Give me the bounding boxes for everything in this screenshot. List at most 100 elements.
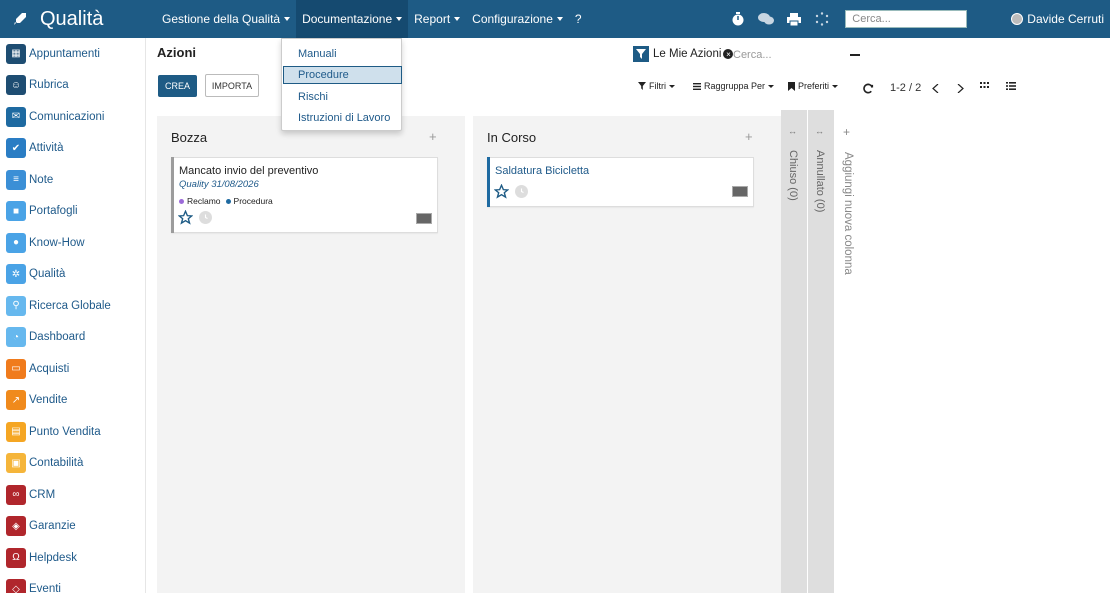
kanban-card[interactable]: Saldatura Bicicletta bbox=[487, 157, 754, 207]
sidebar-item-label: Punto Vendita bbox=[29, 425, 101, 438]
sidebar-item-crm[interactable]: ∞ CRM bbox=[0, 479, 145, 511]
refresh-icon[interactable] bbox=[863, 83, 874, 94]
sidebar-item-label: Note bbox=[29, 173, 54, 186]
sidebar-item-qualita[interactable]: ✲ Qualità bbox=[0, 259, 145, 291]
pos-icon: ▤ bbox=[6, 421, 26, 442]
sidebar-item-label: Qualità bbox=[29, 268, 66, 281]
avatar bbox=[732, 186, 748, 197]
menu-label: Report bbox=[414, 12, 451, 26]
menu-item-istruzioni-di-lavoro[interactable]: Istruzioni di Lavoro bbox=[283, 109, 402, 127]
favorites-button[interactable]: Preferiti bbox=[788, 81, 839, 91]
kanban-board: Bozza + Mancato invio del preventivo Qua… bbox=[146, 110, 1110, 593]
sidebar-item-rubrica[interactable]: ☺ Rubrica bbox=[0, 70, 145, 102]
sidebar-item-dashboard[interactable]: ◔ Dashboard bbox=[0, 322, 145, 354]
remove-facet-icon[interactable]: × bbox=[723, 49, 734, 59]
pager-value[interactable]: 1-2 / 2 bbox=[890, 82, 921, 94]
app-title: Qualità bbox=[40, 7, 104, 30]
caret-down-icon bbox=[284, 17, 291, 21]
caret-down-icon bbox=[396, 17, 403, 21]
bookmark-icon bbox=[788, 81, 795, 91]
clock-icon[interactable] bbox=[199, 211, 212, 224]
sidebar-item-label: Know-How bbox=[29, 236, 85, 249]
group-by-button[interactable]: Raggruppa Per bbox=[693, 81, 775, 91]
loading-spinner-icon bbox=[809, 0, 835, 38]
discuss-icon[interactable] bbox=[753, 0, 779, 38]
card-footer bbox=[178, 210, 212, 225]
star-icon[interactable] bbox=[178, 210, 193, 225]
sidebar-item-contabilita[interactable]: ▣ Contabilità bbox=[0, 448, 145, 480]
caret-down-icon bbox=[454, 17, 461, 21]
quick-create-icon[interactable]: + bbox=[429, 129, 437, 144]
note-icon: ≡ bbox=[6, 169, 26, 190]
bars-icon bbox=[693, 82, 701, 90]
menu-label: Configurazione bbox=[472, 12, 553, 26]
menu-item-rischi[interactable]: Rischi bbox=[283, 88, 402, 106]
top-navbar: Qualità Gestione della Qualità Documenta… bbox=[0, 0, 1110, 38]
chat-icon: ✉ bbox=[6, 106, 26, 127]
sidebar-item-label: Comunicazioni bbox=[29, 110, 105, 123]
add-column-button[interactable]: + Aggiungi nuova colonna bbox=[834, 110, 860, 593]
brand[interactable]: Qualità bbox=[0, 8, 150, 31]
menu-item-procedure[interactable]: Procedure bbox=[283, 66, 402, 84]
quick-create-icon[interactable]: + bbox=[745, 129, 753, 144]
minus-icon[interactable] bbox=[850, 54, 860, 56]
search-input[interactable]: Cerca... bbox=[733, 49, 772, 61]
sidebar-item-eventi[interactable]: ◇ Eventi bbox=[0, 574, 145, 593]
top-right-tools: Cerca... Davide Cerruti bbox=[725, 0, 1110, 38]
kanban-card[interactable]: Mancato invio del preventivo Quality 31/… bbox=[171, 157, 438, 233]
filters-button[interactable]: Filtri bbox=[638, 81, 675, 91]
menu-label: ? bbox=[574, 12, 582, 26]
menu-item-manuali[interactable]: Manuali bbox=[283, 45, 402, 63]
sidebar-item-label: Attività bbox=[29, 142, 64, 155]
caret-down-icon bbox=[768, 84, 775, 88]
lightbulb-icon: ● bbox=[6, 232, 26, 253]
menu-gestione-qualita[interactable]: Gestione della Qualità bbox=[156, 0, 296, 38]
kanban-column-folded[interactable]: ↔ Annullato (0) bbox=[808, 110, 834, 593]
timer-icon[interactable] bbox=[725, 0, 751, 38]
sidebar-item-appuntamenti[interactable]: ▦ Appuntamenti bbox=[0, 38, 145, 70]
sidebar-item-acquisti[interactable]: ▭ Acquisti bbox=[0, 353, 145, 385]
quality-icon: ✲ bbox=[6, 264, 26, 285]
app-sidebar: ▦ Appuntamenti ☺ Rubrica ✉ Comunicazioni ✔ A… bbox=[0, 38, 146, 593]
import-button[interactable]: IMPORTA bbox=[205, 74, 259, 97]
card-tags: Reclamo Procedura bbox=[179, 196, 273, 206]
menu-help[interactable]: ? bbox=[569, 0, 588, 38]
top-search-input[interactable]: Cerca... bbox=[845, 10, 968, 28]
rocket-icon bbox=[14, 13, 26, 25]
menu-report[interactable]: Report bbox=[408, 0, 466, 38]
list-view-icon[interactable] bbox=[1006, 82, 1016, 90]
menu-documentazione[interactable]: Documentazione bbox=[296, 0, 409, 38]
card-title: Mancato invio del preventivo bbox=[179, 165, 319, 177]
sidebar-item-know-how[interactable]: ● Know-How bbox=[0, 227, 145, 259]
sidebar-item-note[interactable]: ≡ Note bbox=[0, 164, 145, 196]
facet-label: Le Mie Azioni bbox=[653, 48, 722, 60]
sidebar-item-ricerca-globale[interactable]: ⚲ Ricerca Globale bbox=[0, 290, 145, 322]
user-menu[interactable]: Davide Cerruti bbox=[1011, 12, 1104, 26]
star-icon[interactable] bbox=[494, 184, 509, 199]
menu-configurazione[interactable]: Configurazione bbox=[466, 0, 569, 38]
headset-icon: Ω bbox=[6, 547, 26, 568]
tag-label: Reclamo bbox=[187, 196, 221, 206]
ticket-icon: ◇ bbox=[6, 579, 26, 593]
kanban-column-in-corso: In Corso + Saldatura Bicicletta bbox=[473, 116, 781, 593]
kanban-column-folded[interactable]: ↔ Chiuso (0) bbox=[781, 110, 807, 593]
shield-icon: ◈ bbox=[6, 516, 26, 537]
create-button[interactable]: CREA bbox=[158, 75, 197, 97]
card-color-bar bbox=[487, 157, 490, 207]
card-footer bbox=[494, 184, 528, 199]
unfold-arrows-icon: ↔ bbox=[815, 126, 824, 136]
sidebar-item-comunicazioni[interactable]: ✉ Comunicazioni bbox=[0, 101, 145, 133]
sidebar-item-garanzie[interactable]: ◈ Garanzie bbox=[0, 511, 145, 543]
chevron-left-icon[interactable] bbox=[932, 84, 939, 93]
search-facet[interactable]: Le Mie Azioni × bbox=[633, 46, 734, 62]
sidebar-item-helpdesk[interactable]: Ω Helpdesk bbox=[0, 542, 145, 574]
sidebar-item-punto-vendita[interactable]: ▤ Punto Vendita bbox=[0, 416, 145, 448]
clock-icon[interactable] bbox=[515, 185, 528, 198]
sidebar-item-portafogli[interactable]: ■ Portafogli bbox=[0, 196, 145, 228]
kanban-view-icon[interactable] bbox=[980, 82, 989, 89]
chevron-right-icon[interactable] bbox=[957, 84, 964, 93]
print-icon[interactable] bbox=[781, 0, 807, 38]
sidebar-item-vendite[interactable]: ↗ Vendite bbox=[0, 385, 145, 417]
sidebar-item-attivita[interactable]: ✔ Attività bbox=[0, 133, 145, 165]
group-by-label: Raggruppa Per bbox=[704, 81, 766, 91]
